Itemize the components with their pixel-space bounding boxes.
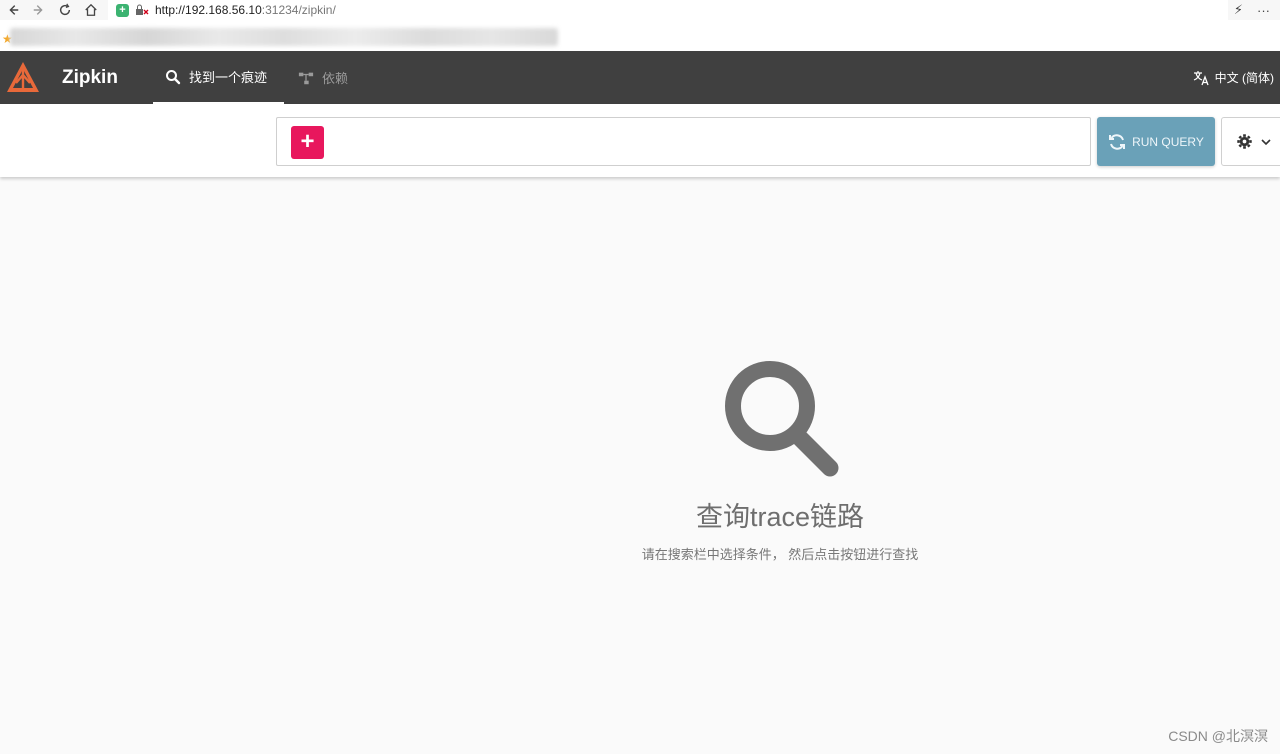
add-criteria-button[interactable]: + — [291, 126, 324, 159]
query-toolbar: + RUN QUERY — [0, 104, 1280, 177]
search-criteria-bar[interactable]: + — [276, 117, 1091, 166]
tab-find-trace[interactable]: 找到一个痕迹 — [153, 51, 284, 104]
dependencies-icon — [298, 72, 314, 84]
brand-name[interactable]: Zipkin — [62, 51, 118, 104]
search-icon — [166, 69, 181, 84]
large-search-icon — [725, 361, 839, 477]
app-header: Zipkin 找到一个痕迹 依赖 中文 (简体) — [0, 51, 1280, 104]
browser-actions: ⚡ ··· — [1234, 0, 1270, 20]
empty-state-subtitle: 请在搜索栏中选择条件， 然后点击按钮进行查找 — [641, 547, 919, 562]
language-selector[interactable]: 中文 (简体) — [1193, 51, 1274, 104]
run-query-label: RUN QUERY — [1132, 134, 1204, 149]
refresh-icon — [1109, 133, 1126, 150]
zipkin-logo-icon[interactable] — [4, 59, 42, 97]
browser-toolbar: + http://192.168.56.10:31234/zipkin/ ⚡ ·… — [0, 0, 1280, 20]
security-shield-icon[interactable]: + — [116, 3, 129, 17]
back-icon[interactable] — [0, 0, 26, 20]
home-icon[interactable] — [78, 0, 104, 20]
insecure-lock-icon[interactable] — [135, 4, 149, 16]
forward-icon[interactable] — [26, 0, 52, 20]
more-menu-icon[interactable]: ··· — [1257, 3, 1270, 18]
gear-icon — [1237, 134, 1252, 149]
empty-state-title: 查询trace链路 — [695, 502, 865, 532]
address-bar[interactable]: + http://192.168.56.10:31234/zipkin/ — [108, 0, 1228, 20]
empty-state: 查询trace链路 请在搜索栏中选择条件， 然后点击按钮进行查找 — [0, 177, 1280, 754]
lightning-icon[interactable]: ⚡ — [1234, 2, 1243, 18]
chevron-down-icon — [1261, 138, 1271, 145]
url-path: :31234/zipkin/ — [261, 3, 336, 17]
bookmarks-bar: ★ — [0, 20, 1280, 51]
settings-dropdown[interactable] — [1221, 117, 1280, 166]
translate-icon — [1193, 70, 1209, 85]
run-query-button[interactable]: RUN QUERY — [1097, 117, 1215, 166]
blurred-bookmarks — [10, 28, 558, 46]
url-host: http://192.168.56.10 — [155, 3, 262, 17]
language-label: 中文 (简体) — [1214, 71, 1274, 85]
reload-icon[interactable] — [52, 0, 78, 20]
watermark: CSDN @北溟溟 — [1168, 728, 1268, 744]
tab-label: 找到一个痕迹 — [189, 70, 268, 85]
tab-label: 依赖 — [322, 71, 349, 86]
tab-dependencies[interactable]: 依赖 — [286, 51, 360, 104]
